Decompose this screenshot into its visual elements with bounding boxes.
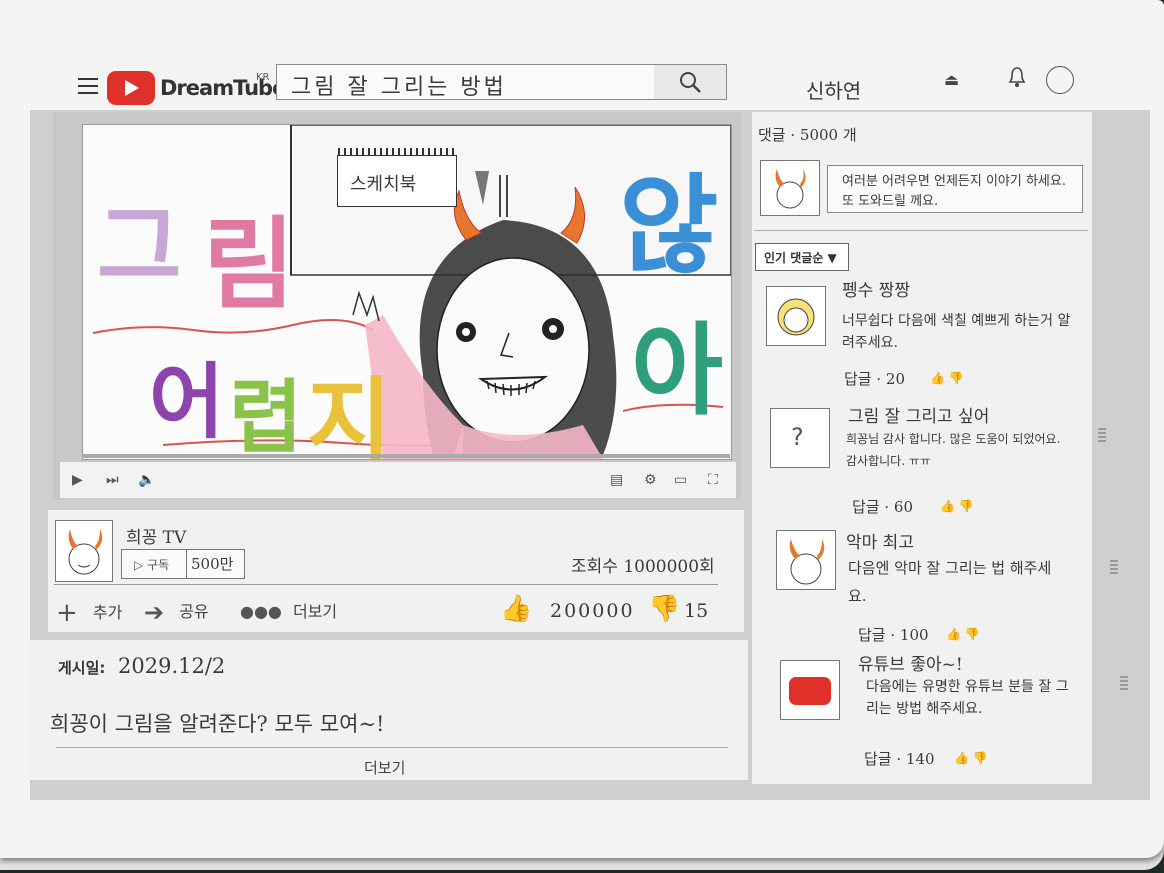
subscribe-button[interactable]: ▷ 구독 500만 — [121, 549, 245, 579]
video-thumbnail[interactable]: 스케치북 그 림 어 렵 지 않 아 — [82, 124, 732, 460]
fullscreen-icon[interactable]: ⛶ — [708, 472, 718, 488]
channel-name[interactable]: 희꽁 TV — [126, 523, 186, 548]
comment-avatar[interactable] — [766, 286, 826, 346]
comments-divider — [754, 230, 1088, 231]
search-icon — [680, 72, 701, 93]
thumb-letter-7: 아 — [631, 312, 723, 429]
theater-icon[interactable]: ▭ — [674, 472, 687, 488]
sort-dropdown[interactable]: 인기 댓글순 ▼ — [755, 243, 849, 271]
channel-avatar[interactable] — [55, 520, 113, 582]
drag-handle[interactable] — [1120, 676, 1128, 690]
dots-icon: ●●● — [240, 602, 282, 621]
share-arrow-icon: ➔ — [144, 598, 165, 627]
question-mark-icon: ? — [791, 423, 804, 451]
comment-count: 댓글 · 5000 개 — [758, 126, 857, 144]
bell-icon[interactable] — [1008, 66, 1026, 88]
comment-author: 그림 잘 그리고 싶어 — [848, 407, 990, 427]
search-button[interactable] — [654, 64, 727, 100]
thumbs-up-icon[interactable]: 👍 — [500, 594, 532, 624]
dreamtube-logo-icon[interactable] — [107, 71, 155, 105]
thumb-letter-2: 림 — [203, 206, 295, 323]
posted-date: 2029.12/2 — [118, 654, 226, 678]
penguin-avatar-icon — [777, 298, 815, 336]
comment-text: 다음엔 악마 잘 그리는 법 해주세요. — [848, 559, 1052, 605]
volume-icon[interactable]: 🔈 — [138, 472, 155, 488]
menu-icon[interactable] — [78, 78, 98, 94]
search-input[interactable]: 그림 잘 그리는 방법 — [276, 64, 656, 100]
upload-icon[interactable]: ⏏ — [944, 70, 959, 89]
show-more-link[interactable]: 더보기 — [364, 757, 405, 778]
more-actions-button[interactable]: ●●● 더보기 — [240, 598, 337, 622]
comment-author: 유튜브 좋아~! — [858, 655, 963, 675]
thumb-letter-3: 어 — [149, 355, 225, 450]
comment-text: 너무쉽다 다음에 색칠 예쁘게 하는거 알려주세요. — [842, 313, 1071, 351]
sketchbook-label: 스케치북 — [350, 174, 417, 195]
reply-count[interactable]: 답글 · 140 — [864, 748, 935, 769]
drag-handle[interactable] — [1110, 560, 1118, 574]
devil-avatar-icon — [775, 169, 806, 209]
comment-like-icons[interactable]: 👍 👎 — [930, 371, 964, 385]
comment-like-icons[interactable]: 👍 👎 — [954, 751, 988, 765]
search-query: 그림 잘 그리는 방법 — [291, 75, 507, 100]
comment-author: 악마 최고 — [846, 533, 914, 553]
comment-text: 희꽁님 감사 합니다. 많은 도움이 되었어요. 감사합니다. ㅠㅠ — [846, 432, 1061, 468]
play-icon[interactable]: ▶ — [72, 472, 83, 488]
devil-avatar-icon — [789, 539, 825, 585]
comment-input-text: 여러분 어려우면 언제든지 이야기 하세요. 또 도와드릴 께요. — [842, 174, 1066, 209]
thumb-letter-5: 지 — [307, 368, 392, 460]
user-name[interactable]: 신하연 — [806, 75, 861, 104]
drag-handle[interactable] — [1098, 428, 1106, 442]
comment-author: 펭수 짱짱 — [842, 281, 910, 301]
reply-count[interactable]: 답글 · 100 — [858, 624, 929, 645]
thumb-letter-6: 않 — [619, 164, 719, 289]
composer-avatar — [760, 160, 820, 216]
description-divider — [56, 747, 728, 748]
comment-text: 다음에는 유명한 유튜브 분들 잘 그리는 방법 해주세요. — [866, 679, 1069, 717]
next-icon[interactable]: ⏭ — [106, 472, 119, 488]
reply-count[interactable]: 답글 · 20 — [844, 368, 905, 389]
comment-like-icons[interactable]: 👍 👎 — [940, 499, 974, 513]
thumb-letter-4: 렵 — [229, 371, 303, 460]
subscriber-count-box: 500만 — [186, 550, 243, 578]
channel-divider — [54, 584, 718, 585]
plus-icon: + — [56, 598, 78, 628]
description-text: 희꽁이 그림을 알려준다? 모두 모여~! — [50, 712, 385, 736]
comment-input[interactable]: 여러분 어려우면 언제든지 이야기 하세요. 또 도와드릴 께요. — [827, 165, 1083, 213]
settings-icon[interactable]: ⚙ — [644, 472, 657, 488]
player-controls: ▶ ⏭ 🔈 ▤ ⚙ ▭ ⛶ — [60, 462, 736, 498]
progress-bar[interactable] — [82, 454, 730, 458]
thumb-letter-1: 그 — [97, 194, 182, 301]
reply-count[interactable]: 답글 · 60 — [852, 496, 913, 517]
thumbs-down-icon[interactable]: 👎 — [648, 594, 680, 624]
comment-avatar[interactable] — [776, 530, 836, 590]
share-button[interactable]: ➔ 공유 — [144, 598, 209, 627]
add-button[interactable]: + 추가 — [56, 598, 122, 628]
sort-label: 인기 댓글순 ▼ — [764, 251, 837, 265]
region-label: KR — [256, 72, 270, 83]
comment-avatar[interactable]: ? — [770, 408, 830, 468]
subscriber-count: 500만 — [191, 555, 234, 573]
devil-avatar-icon — [68, 529, 103, 575]
subtitles-icon[interactable]: ▤ — [610, 472, 623, 488]
sketchbook-sign: 스케치북 — [337, 148, 457, 207]
account-avatar[interactable] — [1046, 66, 1074, 94]
like-count: 200000 — [550, 600, 635, 622]
posted-label: 게시일: — [58, 659, 106, 677]
comment-like-icons[interactable]: 👍 👎 — [946, 627, 980, 641]
dreamtube-logo-icon — [789, 677, 831, 705]
comment-avatar[interactable] — [780, 660, 840, 720]
dislike-count: 15 — [684, 600, 709, 622]
view-count: 조회수 1000000회 — [571, 557, 715, 577]
subscribe-label: ▷ 구독 — [134, 558, 170, 572]
